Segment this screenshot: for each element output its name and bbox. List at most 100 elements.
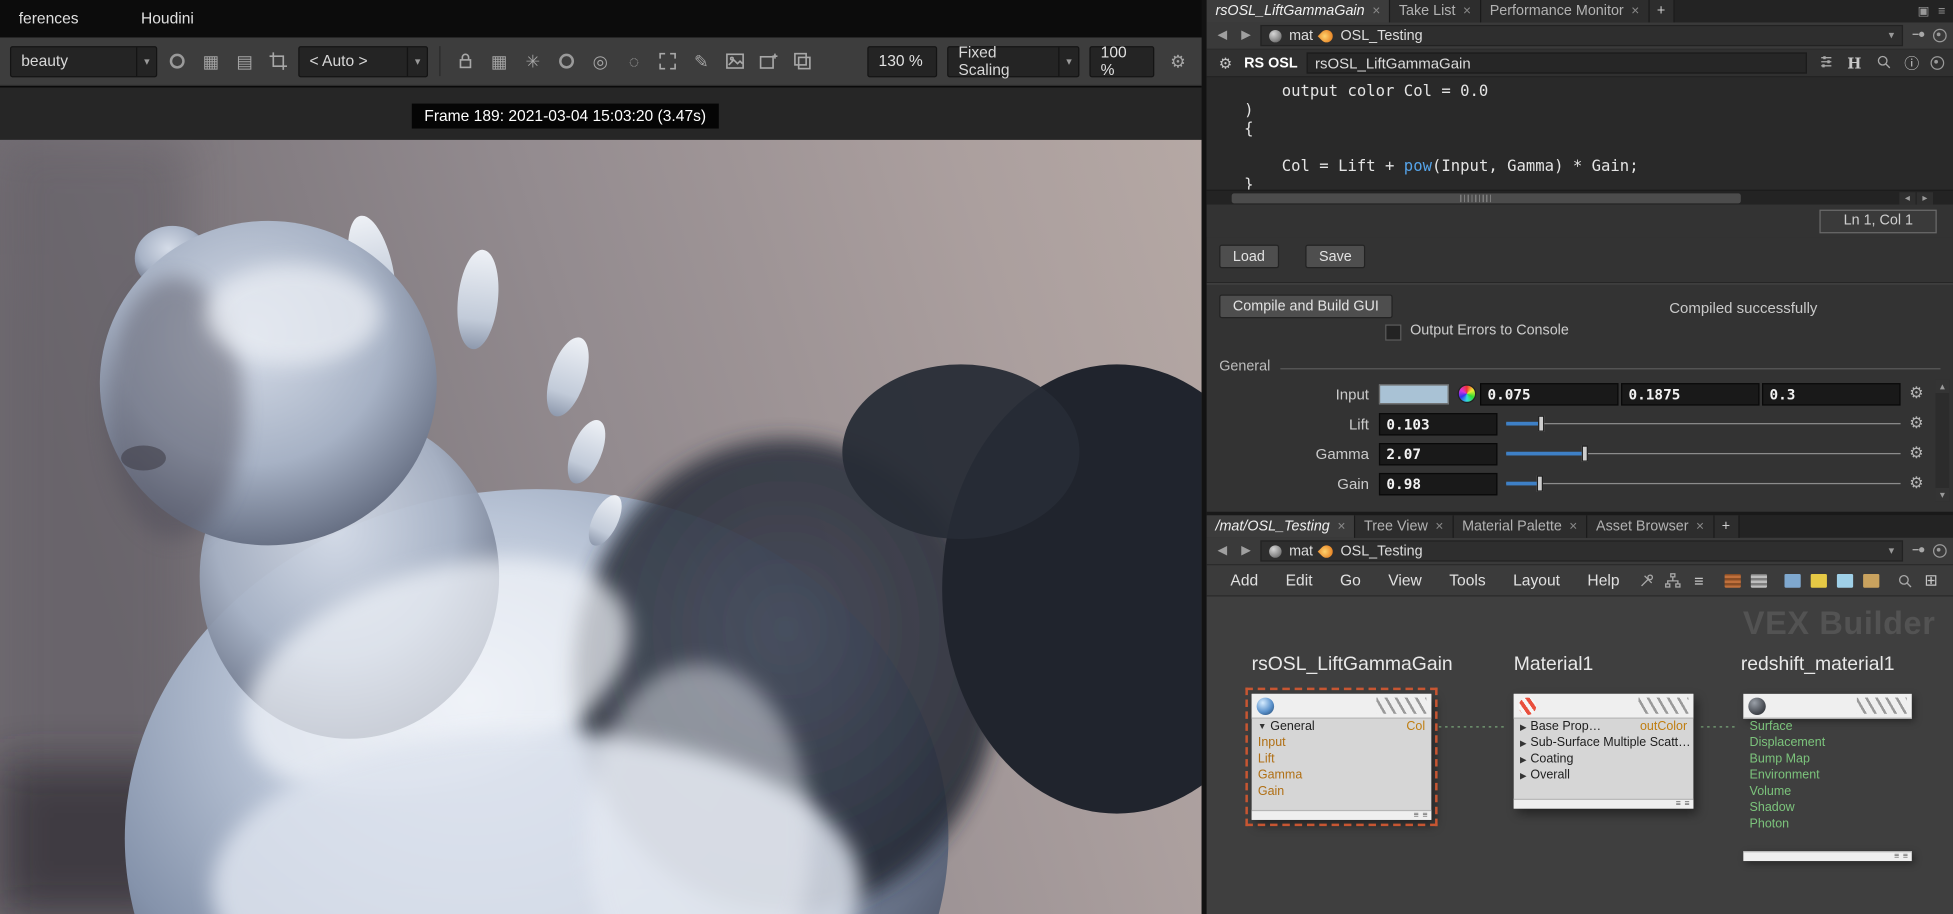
grid-large-icon[interactable]: ▤ <box>231 47 258 74</box>
node-row[interactable]: ▶ Overall <box>1514 767 1694 783</box>
new-tab-button[interactable]: + <box>1714 515 1740 538</box>
vertical-scrollbar[interactable]: ▴ ▾ <box>1935 379 1950 502</box>
menu-view[interactable]: View <box>1375 572 1436 589</box>
pixel-grid-icon[interactable]: ▦ <box>485 47 512 74</box>
target-icon[interactable]: ◎ <box>587 47 614 74</box>
caret-right-icon[interactable]: ▶ <box>1520 754 1527 765</box>
node-material1[interactable]: ▶ Base Prop… outColor ▶ Sub-Surface Multi… <box>1513 693 1694 809</box>
menu-edit[interactable]: Edit <box>1272 572 1326 589</box>
tab-asset-browser[interactable]: Asset Browser × <box>1587 515 1715 538</box>
path-field[interactable]: mat OSL_Testing ▾ <box>1260 540 1904 562</box>
search-icon[interactable] <box>1893 568 1917 592</box>
menu-go[interactable]: Go <box>1326 572 1374 589</box>
close-tab-icon[interactable]: × <box>1631 4 1639 19</box>
output-errors-checkbox[interactable] <box>1385 324 1402 341</box>
chevron-down-icon[interactable]: ▾ <box>1058 46 1078 76</box>
node-row[interactable]: Photon <box>1743 816 1911 832</box>
dashed-region-icon[interactable]: ◌ <box>620 47 647 74</box>
table-orange-icon[interactable] <box>1721 568 1745 592</box>
chevron-down-icon[interactable]: ▾ <box>407 46 426 76</box>
node-header[interactable] <box>1513 693 1694 719</box>
node-flags-icon[interactable] <box>1638 697 1689 714</box>
caret-right-icon[interactable]: ▶ <box>1520 722 1527 732</box>
folder-icon[interactable] <box>1859 568 1883 592</box>
scroll-down-icon[interactable]: ▾ <box>1935 487 1950 502</box>
gear-icon[interactable]: ⚙ <box>1909 443 1924 463</box>
lock-icon[interactable] <box>452 47 479 74</box>
caret-right-icon[interactable]: ▶ <box>1520 738 1527 748</box>
network-canvas[interactable]: VEX Builder rsOSL_LiftGammaGain Material… <box>1206 596 1953 914</box>
breadcrumb-node[interactable]: OSL_Testing <box>1340 28 1422 43</box>
search-icon[interactable] <box>1873 53 1893 73</box>
menu-preferences[interactable]: ferences <box>5 10 92 27</box>
node-footer[interactable]: ≡ ≡ <box>1743 851 1912 862</box>
gear-icon[interactable]: ⚙ <box>1909 383 1924 403</box>
node-name-field[interactable]: rsOSL_LiftGammaGain <box>1306 52 1807 74</box>
houdini-help-icon[interactable]: H <box>1844 54 1864 71</box>
gear-icon[interactable]: ⚙ <box>1909 473 1924 493</box>
breadcrumb-root[interactable]: mat <box>1289 28 1313 43</box>
node-flags-icon[interactable] <box>1856 697 1907 714</box>
forward-icon[interactable]: ▶ <box>1237 544 1256 558</box>
osl-code-editor[interactable]: output color Col = 0.0 ) { Col = Lift + … <box>1206 77 1953 193</box>
path-field[interactable]: mat OSL_Testing ▾ <box>1260 24 1904 47</box>
caret-down-icon[interactable]: ▼ <box>1258 723 1267 732</box>
menu-add[interactable]: Add <box>1217 572 1272 589</box>
caret-right-icon[interactable]: ▶ <box>1520 771 1527 781</box>
table-gray-icon[interactable] <box>1747 568 1771 592</box>
color-swatch[interactable] <box>1378 384 1449 405</box>
node-footer[interactable]: ≡ ≡ <box>1513 798 1694 809</box>
tab-tree-view[interactable]: Tree View × <box>1355 515 1454 538</box>
gamma-slider[interactable] <box>1506 444 1901 463</box>
snapshot-icon[interactable]: ✳ <box>519 47 546 74</box>
render-pass-select[interactable]: beauty ▾ <box>9 45 158 77</box>
node-row[interactable]: ▶ Sub-Surface Multiple Scatt… <box>1514 735 1694 751</box>
scroll-up-icon[interactable]: ▴ <box>1935 379 1950 394</box>
overview-grid-icon[interactable]: ⊞ <box>1919 568 1943 592</box>
rgb-channels-icon[interactable] <box>163 47 190 74</box>
close-tab-icon[interactable]: × <box>1569 519 1577 534</box>
tab-rsosl-liftgammagain[interactable]: rsOSL_LiftGammaGain × <box>1206 0 1391 23</box>
node-flags-icon[interactable] <box>1376 697 1427 714</box>
input-r-field[interactable]: 0.075 <box>1480 383 1619 406</box>
script-icon[interactable] <box>1833 568 1857 592</box>
grid-blue-icon[interactable] <box>1781 568 1805 592</box>
parameters-icon[interactable] <box>1816 53 1836 73</box>
pane-menu-icon[interactable]: ≡ <box>1938 4 1945 18</box>
node-row[interactable]: Environment <box>1743 767 1911 783</box>
scale-percent-field[interactable]: 100 % <box>1089 44 1155 79</box>
copy-icon[interactable] <box>789 47 816 74</box>
pin-icon[interactable] <box>1908 541 1928 561</box>
image-icon[interactable] <box>721 47 748 74</box>
camera-select[interactable]: < Auto > ▾ <box>298 45 429 77</box>
lift-value-field[interactable]: 0.103 <box>1378 413 1498 436</box>
node-header[interactable] <box>1251 693 1432 719</box>
tab-take-list[interactable]: Take List × <box>1390 0 1481 23</box>
slider-handle[interactable] <box>1538 415 1545 432</box>
node-title[interactable]: redshift_material1 <box>1741 654 1895 676</box>
crop-icon[interactable] <box>265 47 292 74</box>
gain-slider[interactable] <box>1506 474 1901 493</box>
chevron-down-icon[interactable]: ▾ <box>1889 544 1895 558</box>
scroll-left-icon[interactable]: ◂ <box>1899 192 1916 205</box>
chevron-down-icon[interactable]: ▾ <box>136 46 156 76</box>
link-radio-icon[interactable] <box>1932 544 1947 558</box>
node-rsosl-liftgammagain[interactable]: ▼ General Col Input Lift Gamma Gain ≡ ≡ <box>1245 687 1438 827</box>
splitter-grip[interactable] <box>1460 194 1493 203</box>
input-g-field[interactable]: 0.1875 <box>1621 383 1760 406</box>
horizontal-scrollbar[interactable]: ◂ ▸ <box>1206 189 1953 205</box>
node-title[interactable]: rsOSL_LiftGammaGain <box>1252 654 1453 676</box>
back-icon[interactable]: ◀ <box>1213 544 1232 558</box>
gain-value-field[interactable]: 0.98 <box>1378 472 1498 496</box>
chevron-down-icon[interactable]: ▾ <box>1889 29 1895 43</box>
scroll-right-icon[interactable]: ▸ <box>1916 192 1933 205</box>
pencil-icon[interactable]: ✎ <box>688 47 715 74</box>
node-row[interactable]: ▶ Base Prop… outColor <box>1514 719 1694 735</box>
pin-icon[interactable] <box>1908 26 1928 46</box>
zoom-level-field[interactable]: 130 % <box>867 45 938 77</box>
new-tab-button[interactable]: + <box>1649 0 1675 23</box>
node-footer[interactable]: ≡ ≡ <box>1251 809 1432 820</box>
gear-icon[interactable]: ⚙ <box>1215 54 1235 71</box>
tools-icon[interactable] <box>1635 568 1659 592</box>
color-wheel-icon[interactable] <box>1457 384 1477 404</box>
